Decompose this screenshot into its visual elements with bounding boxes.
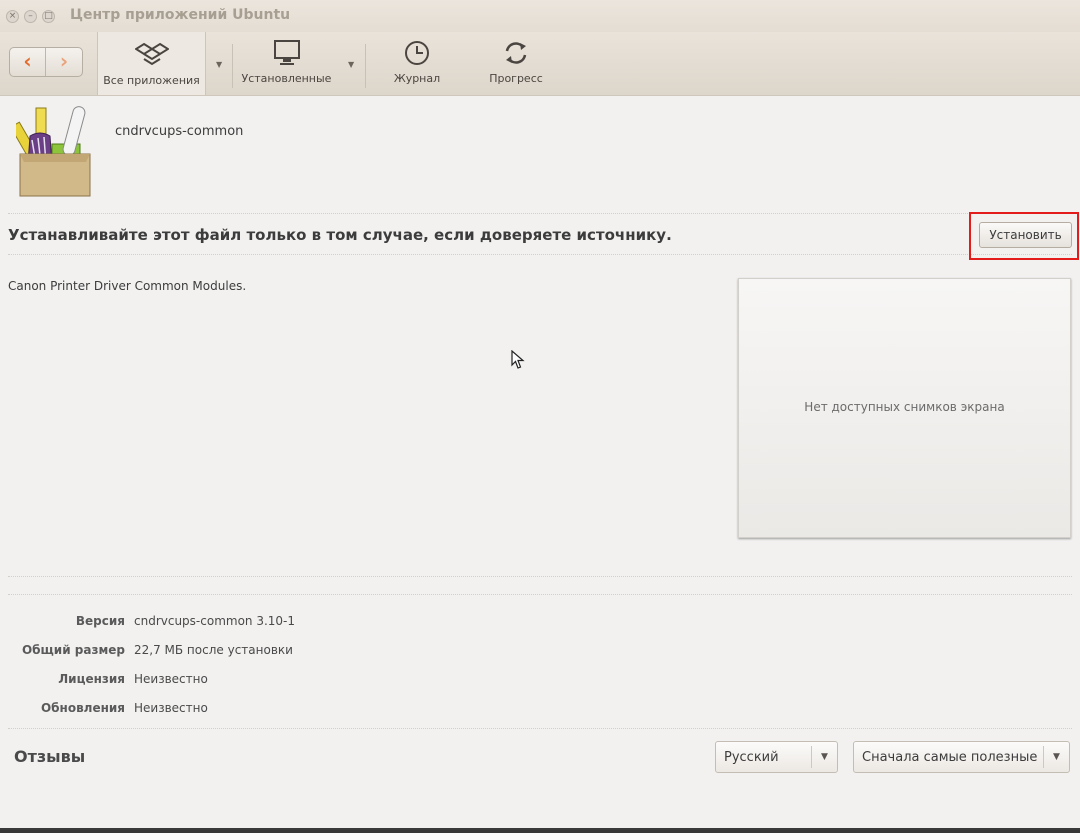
package-name: cndrvcups-common xyxy=(115,124,244,139)
installed-dropdown-arrow[interactable]: ▼ xyxy=(348,60,354,69)
details-key: Общий размер xyxy=(21,643,125,657)
tab-installed[interactable]: Установленные xyxy=(237,38,336,94)
section-divider xyxy=(8,594,1072,595)
screenshot-placeholder: Нет доступных снимков экрана xyxy=(738,278,1071,538)
close-window-button[interactable]: × xyxy=(6,10,19,23)
details-key: Лицензия xyxy=(58,672,125,686)
dropbox-box-icon xyxy=(134,42,169,66)
refresh-icon xyxy=(505,42,527,64)
review-language-value: Русский xyxy=(724,750,779,765)
maximize-window-button[interactable]: □ xyxy=(42,10,55,23)
details-value: cndrvcups-common 3.10-1 xyxy=(134,614,296,628)
monitor-icon xyxy=(273,40,300,65)
all-apps-dropdown-arrow[interactable]: ▼ xyxy=(216,60,222,69)
details-value: Неизвестно xyxy=(134,672,208,686)
toolbar-separator xyxy=(232,44,233,88)
details-key: Обновления xyxy=(40,701,125,715)
mouse-cursor-icon xyxy=(511,350,525,369)
package-details: Версия cndrvcups-common 3.10-1 Общий раз… xyxy=(8,612,608,728)
package-description: Canon Printer Driver Common Modules. xyxy=(8,279,247,293)
trust-warning-text: Устанавливайте этот файл только в том сл… xyxy=(8,226,672,244)
details-value: Неизвестно xyxy=(134,701,208,715)
no-screenshots-text: Нет доступных снимков экрана xyxy=(804,400,1005,414)
tab-all-apps[interactable]: Все приложения xyxy=(97,32,206,95)
trust-warning-bar: Устанавливайте этот файл только в том сл… xyxy=(8,213,1072,255)
tab-all-apps-label: Все приложения xyxy=(103,74,200,87)
minimize-window-button[interactable]: – xyxy=(24,10,37,23)
details-row-license: Лицензия Неизвестно xyxy=(8,670,608,699)
install-button[interactable]: Установить xyxy=(979,222,1072,248)
tab-installed-label: Установленные xyxy=(241,72,332,85)
review-sort-value: Сначала самые полезные xyxy=(862,750,1038,765)
toolbar: ‹ › Все приложения ▼ Установленные ▼ Жур… xyxy=(0,32,1080,96)
details-row-updates: Обновления Неизвестно xyxy=(8,699,608,728)
tab-history[interactable]: Журнал xyxy=(385,38,449,94)
section-divider xyxy=(8,728,1072,729)
package-box-icon xyxy=(16,106,91,197)
tab-progress-label: Прогресс xyxy=(489,72,543,85)
chevron-down-icon: ▼ xyxy=(811,746,837,768)
forward-button[interactable]: › xyxy=(46,48,82,76)
section-divider xyxy=(8,576,1072,577)
reviews-heading: Отзывы xyxy=(14,747,86,766)
back-button[interactable]: ‹ xyxy=(10,48,47,76)
details-value: 22,7 МБ после установки xyxy=(134,643,293,657)
tab-history-label: Журнал xyxy=(393,72,441,85)
details-row-version: Версия cndrvcups-common 3.10-1 xyxy=(8,612,608,641)
details-row-size: Общий размер 22,7 МБ после установки xyxy=(8,641,608,670)
window-bottom-edge xyxy=(0,828,1080,833)
details-key: Версия xyxy=(75,614,125,628)
review-language-select[interactable]: Русский ▼ xyxy=(715,741,838,773)
tab-progress[interactable]: Прогресс xyxy=(478,38,554,94)
chevron-down-icon: ▼ xyxy=(1043,746,1069,768)
clock-icon xyxy=(405,41,429,65)
window-title: Центр приложений Ubuntu xyxy=(70,7,291,23)
toolbar-separator xyxy=(365,44,366,88)
review-sort-select[interactable]: Сначала самые полезные ▼ xyxy=(853,741,1070,773)
navigation-buttons: ‹ › xyxy=(9,47,83,77)
title-bar: × – □ Центр приложений Ubuntu xyxy=(0,0,1080,32)
software-center-window: × – □ Центр приложений Ubuntu ‹ › Все пр… xyxy=(0,0,1080,833)
